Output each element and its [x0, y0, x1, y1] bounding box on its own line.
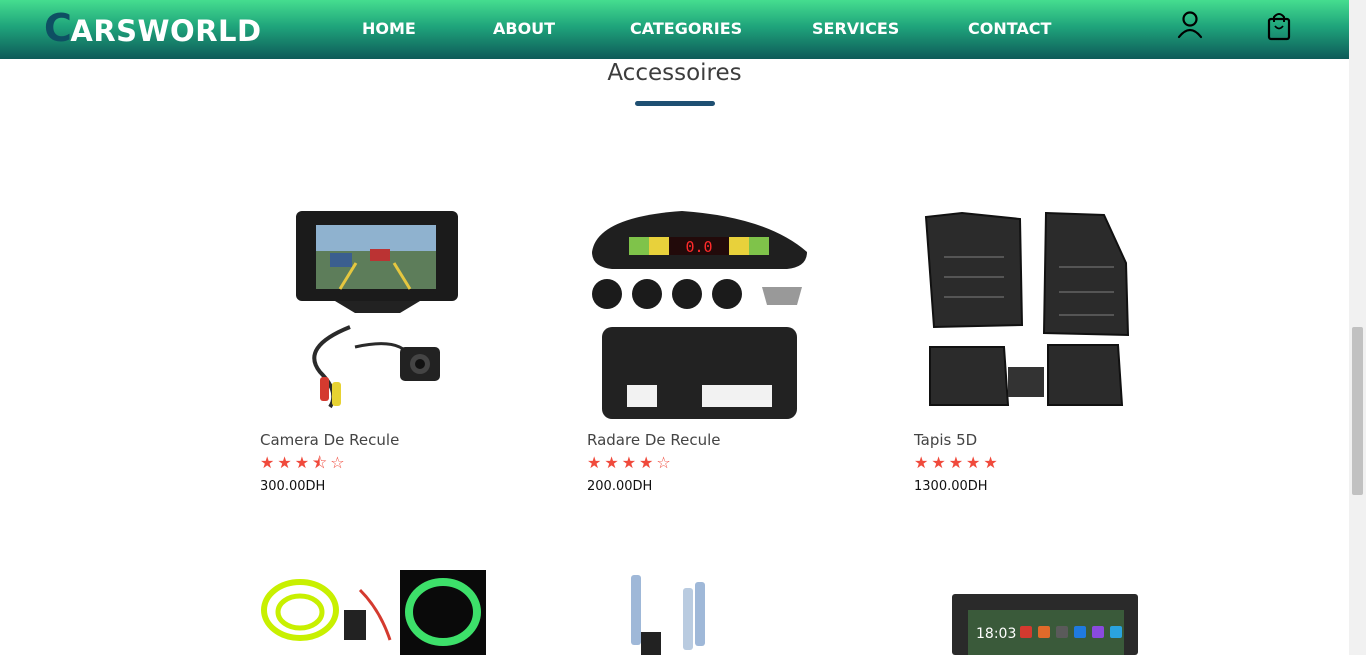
product-image-floor-mats[interactable] [914, 197, 1140, 423]
logo-text: ARSWORLD [70, 14, 262, 48]
star-full-icon: ★ [948, 453, 964, 472]
title-underline [635, 101, 715, 106]
product-card[interactable] [260, 570, 500, 655]
star-half-icon: ⯪ [312, 453, 328, 472]
product-price: 1300.00DH [914, 479, 988, 494]
star-full-icon: ★ [966, 453, 981, 472]
product-image-xenon-bulbs[interactable] [587, 570, 813, 655]
nav-services[interactable]: SERVICES [812, 19, 899, 38]
svg-text:18:03: 18:03 [976, 626, 1016, 642]
product-card[interactable]: 0.0 Radare De Recule ★ ★ ★ ★ ☆ 200.00DH [587, 197, 827, 494]
site-header: CARSWORLD HOME ABOUT CATEGORIES SERVICES… [0, 0, 1349, 59]
product-image-el-wire[interactable] [260, 570, 486, 655]
product-card[interactable] [587, 570, 827, 655]
star-empty-icon: ☆ [330, 453, 345, 472]
product-price: 200.00DH [587, 479, 653, 494]
shopping-bag-icon[interactable] [1266, 10, 1296, 42]
product-card[interactable]: 18:03 [914, 570, 1154, 655]
product-card[interactable]: Camera De Recule ★ ★ ★ ⯪ ☆ 300.00DH [260, 197, 500, 494]
star-full-icon: ★ [587, 453, 602, 472]
brand-logo[interactable]: CARSWORLD [44, 6, 262, 50]
star-full-icon: ★ [639, 453, 654, 472]
svg-text:0.0: 0.0 [685, 238, 712, 256]
star-full-icon: ★ [604, 453, 619, 472]
nav-categories[interactable]: CATEGORIES [630, 19, 742, 38]
product-name[interactable]: Radare De Recule [587, 431, 721, 449]
section-title: Accessoires [607, 60, 742, 86]
product-name[interactable]: Tapis 5D [914, 431, 977, 449]
product-price: 300.00DH [260, 479, 326, 494]
star-empty-icon: ☆ [656, 453, 671, 472]
product-name[interactable]: Camera De Recule [260, 431, 399, 449]
product-image-rear-camera[interactable] [260, 197, 486, 423]
nav-about[interactable]: ABOUT [493, 19, 555, 38]
star-full-icon: ★ [914, 453, 929, 472]
user-icon[interactable] [1176, 10, 1206, 42]
star-full-icon: ★ [260, 453, 275, 472]
product-card[interactable]: Tapis 5D ★ ★ ★ ★ ★ 1300.00DH [914, 197, 1154, 494]
star-full-icon: ★ [931, 453, 946, 472]
star-full-icon: ★ [277, 453, 292, 472]
page-scrollbar[interactable] [1349, 0, 1366, 655]
product-image-parking-radar[interactable]: 0.0 [587, 197, 813, 423]
rating-stars: ★ ★ ★ ★ ★ [914, 455, 998, 471]
rating-stars: ★ ★ ★ ★ ☆ [587, 455, 671, 471]
rating-stars: ★ ★ ★ ⯪ ☆ [260, 455, 345, 471]
star-full-icon: ★ [621, 453, 637, 472]
star-full-icon: ★ [983, 453, 998, 472]
star-full-icon: ★ [294, 453, 310, 472]
nav-home[interactable]: HOME [362, 19, 416, 38]
nav-contact[interactable]: CONTACT [968, 19, 1051, 38]
scrollbar-thumb[interactable] [1352, 327, 1363, 495]
logo-initial: C [44, 6, 73, 50]
product-image-car-radio[interactable]: 18:03 [914, 570, 1140, 655]
